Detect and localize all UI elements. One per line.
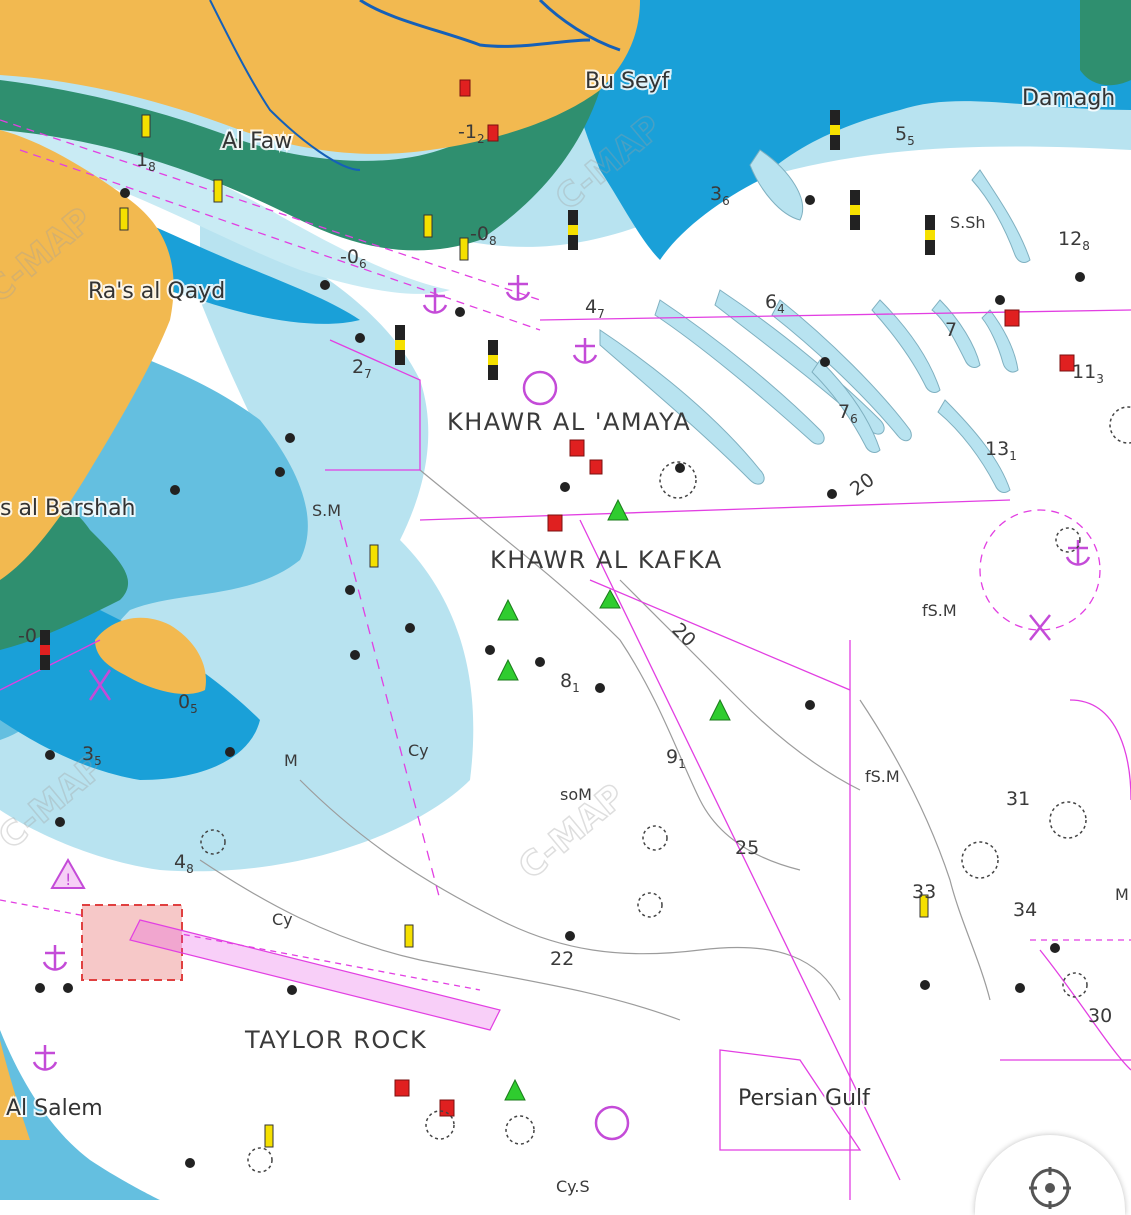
sounding: 25 (735, 837, 759, 859)
svg-text:!: ! (65, 870, 71, 889)
area-khawr-al-amaya: KHAWR AL 'AMAYA (447, 408, 691, 436)
place-persian-gulf: Persian Gulf (738, 1086, 871, 1111)
sounding: 31 (1006, 788, 1030, 810)
compass-icon (1029, 1167, 1071, 1209)
sounding: 30 (1088, 1005, 1112, 1027)
seabed-sm: S.M (312, 501, 341, 520)
seabed-m-1: M (284, 751, 298, 770)
nautical-chart[interactable]: C-MAP C-MAP C-MAP C-MAP ! Bu Seyf Damagh… (0, 0, 1131, 1200)
seabed-som: soM (560, 785, 592, 804)
seabed-cy-1: Cy (408, 741, 429, 760)
place-ras-al-qayd: Ra's al Qayd (88, 279, 225, 304)
seabed-cys: Cy.S (556, 1177, 590, 1196)
area-taylor-rock: TAYLOR ROCK (244, 1026, 427, 1054)
intertidal-east (1080, 0, 1131, 86)
sounding: 7 (945, 319, 957, 341)
place-al-salem: Al Salem (6, 1096, 103, 1121)
seabed-cy-2: Cy (272, 910, 293, 929)
place-ras-al-barshah: s al Barshah (0, 496, 136, 521)
seabed-fsm-1: fS.M (922, 601, 957, 620)
sounding: 22 (550, 948, 574, 970)
seabed-fsm-2: fS.M (865, 767, 900, 786)
sounding: 34 (1013, 899, 1037, 921)
seabed-m-2: M (1115, 885, 1129, 904)
place-bu-seyf: Bu Seyf (585, 69, 671, 94)
sounding: -0 (18, 625, 37, 647)
sounding: 33 (912, 881, 936, 903)
area-khawr-al-kafka: KHAWR AL KAFKA (490, 546, 723, 574)
place-al-faw: Al Faw (222, 129, 292, 154)
place-damagh: Damagh (1022, 86, 1115, 111)
seabed-ssh: S.Sh (950, 213, 986, 232)
